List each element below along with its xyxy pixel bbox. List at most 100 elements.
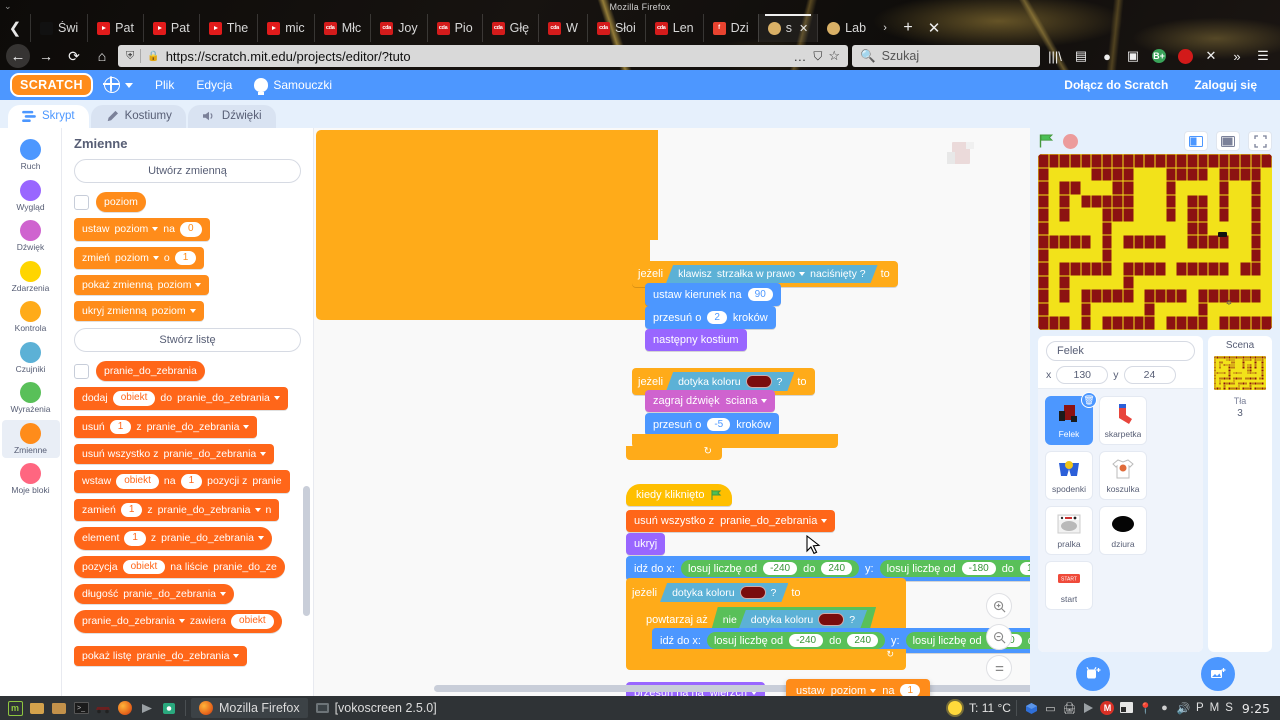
clock[interactable]: 9:25 [1236, 701, 1276, 716]
media-tray-icon[interactable] [1079, 699, 1098, 718]
color-picker-swatch[interactable] [746, 375, 772, 388]
variable-dropdown[interactable]: poziom [831, 685, 877, 696]
browser-tab[interactable]: Lab [817, 14, 875, 42]
firefox-launcher[interactable] [114, 698, 136, 718]
block-show-list[interactable]: pokaż listę pranie_do_zebrania [74, 645, 248, 666]
pocket-icon[interactable]: ⛉ [813, 49, 822, 64]
category-ruch[interactable]: Ruch [2, 136, 60, 175]
make-list-button[interactable]: Stwórz listę [74, 328, 301, 352]
forward-button[interactable]: → [34, 44, 58, 68]
category-kontrola[interactable]: Kontrola [2, 298, 60, 337]
reload-button[interactable]: ⟳ [62, 44, 86, 68]
script-workspace[interactable]: jeżeli klawisz strzałka w prawo naciśnię… [314, 128, 1030, 696]
signin-button[interactable]: Zaloguj się [1181, 78, 1270, 92]
browser-tab[interactable]: cda W [538, 14, 587, 42]
browser-tab[interactable]: cda Pio [426, 14, 482, 42]
browser-tab[interactable]: The [198, 14, 258, 42]
list-dropdown[interactable]: pranie_do_zebrania [161, 532, 264, 544]
value-input[interactable]: 1 [174, 250, 197, 265]
block-play-sound[interactable]: zagraj dźwięk sciana [645, 390, 776, 412]
browser-tab[interactable]: Świ [30, 14, 87, 42]
address-bar[interactable]: ⛨ 🔒 https://scratch.mit.edu/projects/edi… [118, 45, 848, 67]
zoom-reset-button[interactable] [986, 655, 1012, 681]
window-close-button[interactable]: ✕ [921, 14, 947, 42]
color-picker-swatch[interactable] [818, 613, 844, 626]
block-hide-2[interactable]: ukryj [626, 533, 666, 555]
vokoscreen-launcher[interactable] [158, 698, 180, 718]
block-hide-variable[interactable]: ukryj zmienną poziom [74, 301, 204, 321]
browser-tab[interactable]: Pat [87, 14, 143, 42]
bookmark-star-icon[interactable]: ☆ [828, 48, 840, 64]
color-picker-swatch[interactable] [740, 586, 766, 599]
stage[interactable]: ✲ [1038, 154, 1272, 330]
block-replace-item-list[interactable]: zamień 1 z pranie_do_zebrania n [74, 498, 280, 521]
palette-scrollbar[interactable] [303, 486, 310, 616]
language-menu[interactable] [93, 70, 144, 100]
menu-tutorials[interactable]: Samouczki [243, 70, 343, 100]
home-button[interactable]: ⌂ [90, 44, 114, 68]
text-input[interactable]: obiekt [116, 474, 159, 489]
window-menu-icon[interactable]: ⌄ [4, 1, 12, 12]
extension-icon[interactable]: ● [1096, 45, 1118, 67]
block-move-steps-2[interactable]: przesuń o -5 kroków [645, 413, 780, 436]
green-flag-button[interactable] [1038, 133, 1055, 149]
y-input[interactable]: 24 [1123, 366, 1176, 384]
dropbox-tray-icon[interactable] [1022, 699, 1041, 718]
make-variable-button[interactable]: Utwórz zmienną [74, 159, 301, 183]
x-min-input[interactable]: -240 [763, 562, 798, 575]
browser-tab-active[interactable]: s ✕ [757, 14, 818, 42]
block-insert-at-list[interactable]: wstaw obiekt na 1 pozycji z pranie [74, 470, 290, 493]
delete-sprite-icon[interactable]: 🗑 [1081, 392, 1097, 408]
new-tab-button[interactable]: + [895, 14, 921, 42]
index-input[interactable]: 1 [124, 531, 146, 546]
list-dropdown[interactable]: pranie_do_zebrania [720, 515, 828, 527]
taskbar-window-vokoscreen[interactable]: [vokoscreen 2.5.0] [308, 698, 445, 718]
variable-dropdown[interactable]: poziom [158, 279, 202, 291]
browser-tab[interactable]: Pat [142, 14, 199, 42]
keyboard-layout-m[interactable]: M [1207, 702, 1223, 714]
list-dropdown[interactable]: pranie_do_zebrania [163, 448, 267, 460]
block-when-flag-clicked[interactable]: kiedy kliknięto [626, 484, 733, 506]
list-dropdown[interactable]: pranie_do_zebrania [177, 392, 280, 404]
steps-input[interactable]: 2 [707, 311, 727, 324]
sprite-item-start[interactable]: START start [1045, 561, 1093, 610]
touching-color-condition-3[interactable]: dotyka koloru ? [739, 610, 867, 629]
y-min-input[interactable]: -180 [961, 562, 996, 575]
small-stage-button[interactable] [1184, 131, 1208, 151]
menu-edit[interactable]: Edycja [185, 70, 243, 100]
browser-tab[interactable]: cda Słoi [586, 14, 645, 42]
scratch-logo[interactable]: SCRATCH [10, 73, 93, 97]
workspace-horizontal-scrollbar[interactable] [434, 685, 1030, 692]
category-czujniki[interactable]: Czujniki [2, 339, 60, 378]
block-set-direction[interactable]: ustaw kierunek na 90 [645, 283, 781, 306]
media-player-launcher[interactable] [136, 698, 158, 718]
zoom-in-button[interactable] [986, 593, 1012, 619]
block-delete-all-list-2[interactable]: usuń wszystko z pranie_do_zebrania [626, 510, 836, 532]
display-tray-icon[interactable]: ▭ [1041, 699, 1060, 718]
list-dropdown[interactable]: pranie [252, 475, 281, 487]
text-input[interactable]: obiekt [231, 614, 274, 629]
sprite-item-pralka[interactable]: pralka [1045, 506, 1093, 555]
direction-input[interactable]: 90 [747, 288, 773, 301]
tab-kostiumy[interactable]: Kostiumy [90, 105, 186, 128]
block-item-num-of-list[interactable]: pozycja obiekt na liście pranie_do_ze [74, 555, 285, 578]
block-change-variable[interactable]: zmień poziom o 1 [74, 246, 205, 269]
extension-icon[interactable]: ▣ [1122, 45, 1144, 67]
category-zdarzenia[interactable]: Zdarzenia [2, 258, 60, 297]
pick-random-x-2[interactable]: losuj liczbę od -240 do 240 [706, 632, 886, 649]
page-actions-icon[interactable]: … [793, 49, 807, 64]
sprite-item-felek[interactable]: 🗑 Felek [1045, 392, 1097, 445]
value-input[interactable]: 1 [900, 684, 921, 696]
browser-tab[interactable]: cda Joy [370, 14, 426, 42]
toolbar-overflow-icon[interactable]: » [1226, 45, 1248, 67]
touching-color-condition[interactable]: dotyka koloru ? [666, 372, 794, 391]
sprite-item-spodenki[interactable]: spodenki [1045, 451, 1093, 500]
sound-dropdown[interactable]: sciana [726, 395, 768, 407]
pick-random-y[interactable]: losuj liczbę od -180 do 180 [879, 560, 1030, 577]
extension-icon[interactable]: ✕ [1200, 45, 1222, 67]
block-length-of-list[interactable]: długość pranie_do_zebrania [74, 584, 235, 604]
browser-tab[interactable]: cda Młc [313, 14, 370, 42]
block-delete-all-of-list[interactable]: usuń wszystko z pranie_do_zebrania [74, 444, 275, 464]
browser-tab[interactable]: f Dzi [702, 14, 758, 42]
text-input[interactable]: obiekt [122, 559, 166, 574]
